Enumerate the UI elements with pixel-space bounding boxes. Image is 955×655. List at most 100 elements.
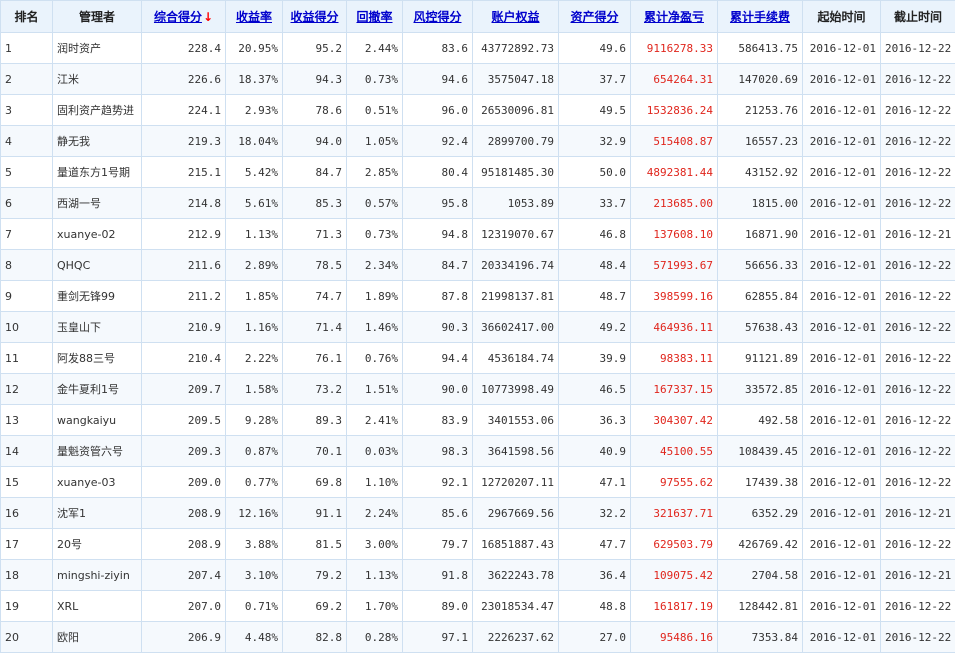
cell-drawdown-rate: 0.57% (346, 187, 403, 219)
cell-risk-score: 79.7 (402, 528, 473, 560)
cell-return-score: 71.3 (282, 218, 347, 250)
cell-risk-score: 92.4 (402, 125, 473, 157)
cell-asset-score: 36.3 (558, 404, 631, 436)
cell-start-time: 2016-12-01 (802, 373, 881, 405)
cell-cum-net-pnl: 213685.00 (630, 187, 718, 219)
cell-asset-score: 48.4 (558, 249, 631, 281)
cell-return-score: 85.3 (282, 187, 347, 219)
cell-drawdown-rate: 2.24% (346, 497, 403, 529)
cell-return-rate: 2.22% (225, 342, 283, 374)
cell-return-rate: 5.61% (225, 187, 283, 219)
cell-cum-net-pnl: 45100.55 (630, 435, 718, 467)
cell-end-time: 2016-12-22 (880, 404, 955, 436)
column-header-return-score[interactable]: 收益得分 (282, 0, 347, 33)
column-header-label[interactable]: 累计手续费 (730, 10, 790, 24)
cell-rank: 10 (0, 311, 53, 343)
cell-risk-score: 87.8 (402, 280, 473, 312)
cell-return-rate: 2.89% (225, 249, 283, 281)
cell-drawdown-rate: 0.03% (346, 435, 403, 467)
cell-rank: 8 (0, 249, 53, 281)
cell-return-rate: 0.87% (225, 435, 283, 467)
column-header-label[interactable]: 账户权益 (491, 10, 539, 24)
cell-asset-score: 32.2 (558, 497, 631, 529)
column-header-label[interactable]: 累计净盈亏 (644, 10, 704, 24)
table-row: 1 润时资产 228.4 20.95% 95.2 2.44% 83.6 43772892.73… (0, 32, 955, 64)
table-row: 18 mingshi-ziyin 207.4 3.10% 79.2 1.13% 91.8 36… (0, 559, 955, 591)
cell-start-time: 2016-12-01 (802, 94, 881, 126)
cell-manager: XRL (52, 590, 142, 622)
cell-start-time: 2016-12-01 (802, 311, 881, 343)
cell-asset-score: 49.5 (558, 94, 631, 126)
cell-manager: xuanye-02 (52, 218, 142, 250)
cell-risk-score: 90.0 (402, 373, 473, 405)
cell-cum-fees: 2704.58 (717, 559, 803, 591)
cell-cum-net-pnl: 515408.87 (630, 125, 718, 157)
column-header-account-equity[interactable]: 账户权益 (472, 0, 559, 33)
cell-composite-score: 209.0 (141, 466, 226, 498)
cell-start-time: 2016-12-01 (802, 32, 881, 64)
column-header-start-time: 起始时间 (802, 0, 881, 33)
column-header-label[interactable]: 综合得分 (154, 10, 202, 24)
cell-rank: 2 (0, 63, 53, 95)
cell-composite-score: 228.4 (141, 32, 226, 64)
cell-return-rate: 18.37% (225, 63, 283, 95)
cell-return-score: 69.2 (282, 590, 347, 622)
cell-drawdown-rate: 2.44% (346, 32, 403, 64)
cell-account-equity: 21998137.81 (472, 280, 559, 312)
column-header-label: 起始时间 (817, 10, 866, 24)
column-header-cum-fees[interactable]: 累计手续费 (717, 0, 803, 33)
cell-drawdown-rate: 1.46% (346, 311, 403, 343)
table-row: 20 欧阳 206.9 4.48% 82.8 0.28% 97.1 2226237.62 27.… (0, 621, 955, 653)
column-header-label[interactable]: 风控得分 (413, 10, 461, 24)
column-header-label[interactable]: 收益得分 (290, 10, 338, 24)
sort-descending-icon: ↓ (202, 10, 214, 24)
column-header-asset-score[interactable]: 资产得分 (558, 0, 631, 33)
cell-cum-fees: 6352.29 (717, 497, 803, 529)
cell-start-time: 2016-12-01 (802, 187, 881, 219)
cell-rank: 14 (0, 435, 53, 467)
cell-return-rate: 1.16% (225, 311, 283, 343)
cell-start-time: 2016-12-01 (802, 63, 881, 95)
cell-manager: wangkaiyu (52, 404, 142, 436)
cell-cum-fees: 56656.33 (717, 249, 803, 281)
column-header-drawdown-rate[interactable]: 回撤率 (346, 0, 403, 33)
cell-return-score: 78.6 (282, 94, 347, 126)
cell-risk-score: 91.8 (402, 559, 473, 591)
cell-return-score: 81.5 (282, 528, 347, 560)
cell-asset-score: 36.4 (558, 559, 631, 591)
cell-cum-net-pnl: 398599.16 (630, 280, 718, 312)
cell-composite-score: 207.4 (141, 559, 226, 591)
cell-return-score: 94.0 (282, 125, 347, 157)
column-header-rank: 排名 (0, 0, 53, 33)
cell-composite-score: 212.9 (141, 218, 226, 250)
cell-asset-score: 49.2 (558, 311, 631, 343)
cell-return-score: 78.5 (282, 249, 347, 281)
cell-rank: 6 (0, 187, 53, 219)
column-header-label[interactable]: 资产得分 (570, 10, 618, 24)
cell-composite-score: 209.3 (141, 435, 226, 467)
cell-asset-score: 46.8 (558, 218, 631, 250)
cell-cum-net-pnl: 4892381.44 (630, 156, 718, 188)
column-header-return-rate[interactable]: 收益率 (225, 0, 283, 33)
cell-cum-net-pnl: 98383.11 (630, 342, 718, 374)
cell-cum-fees: 16871.90 (717, 218, 803, 250)
cell-return-rate: 5.42% (225, 156, 283, 188)
cell-return-score: 94.3 (282, 63, 347, 95)
cell-account-equity: 20334196.74 (472, 249, 559, 281)
cell-manager: 沈军1 (52, 497, 142, 529)
cell-drawdown-rate: 2.85% (346, 156, 403, 188)
cell-asset-score: 32.9 (558, 125, 631, 157)
cell-asset-score: 49.6 (558, 32, 631, 64)
cell-cum-net-pnl: 654264.31 (630, 63, 718, 95)
cell-cum-net-pnl: 304307.42 (630, 404, 718, 436)
column-header-label[interactable]: 回撤率 (356, 10, 392, 24)
column-header-cum-net-pnl[interactable]: 累计净盈亏 (630, 0, 718, 33)
cell-end-time: 2016-12-22 (880, 435, 955, 467)
column-header-label[interactable]: 收益率 (236, 10, 272, 24)
column-header-risk-score[interactable]: 风控得分 (402, 0, 473, 33)
cell-end-time: 2016-12-21 (880, 497, 955, 529)
column-header-composite-score[interactable]: 综合得分↓ (141, 0, 226, 33)
cell-asset-score: 27.0 (558, 621, 631, 653)
cell-start-time: 2016-12-01 (802, 125, 881, 157)
cell-account-equity: 1053.89 (472, 187, 559, 219)
